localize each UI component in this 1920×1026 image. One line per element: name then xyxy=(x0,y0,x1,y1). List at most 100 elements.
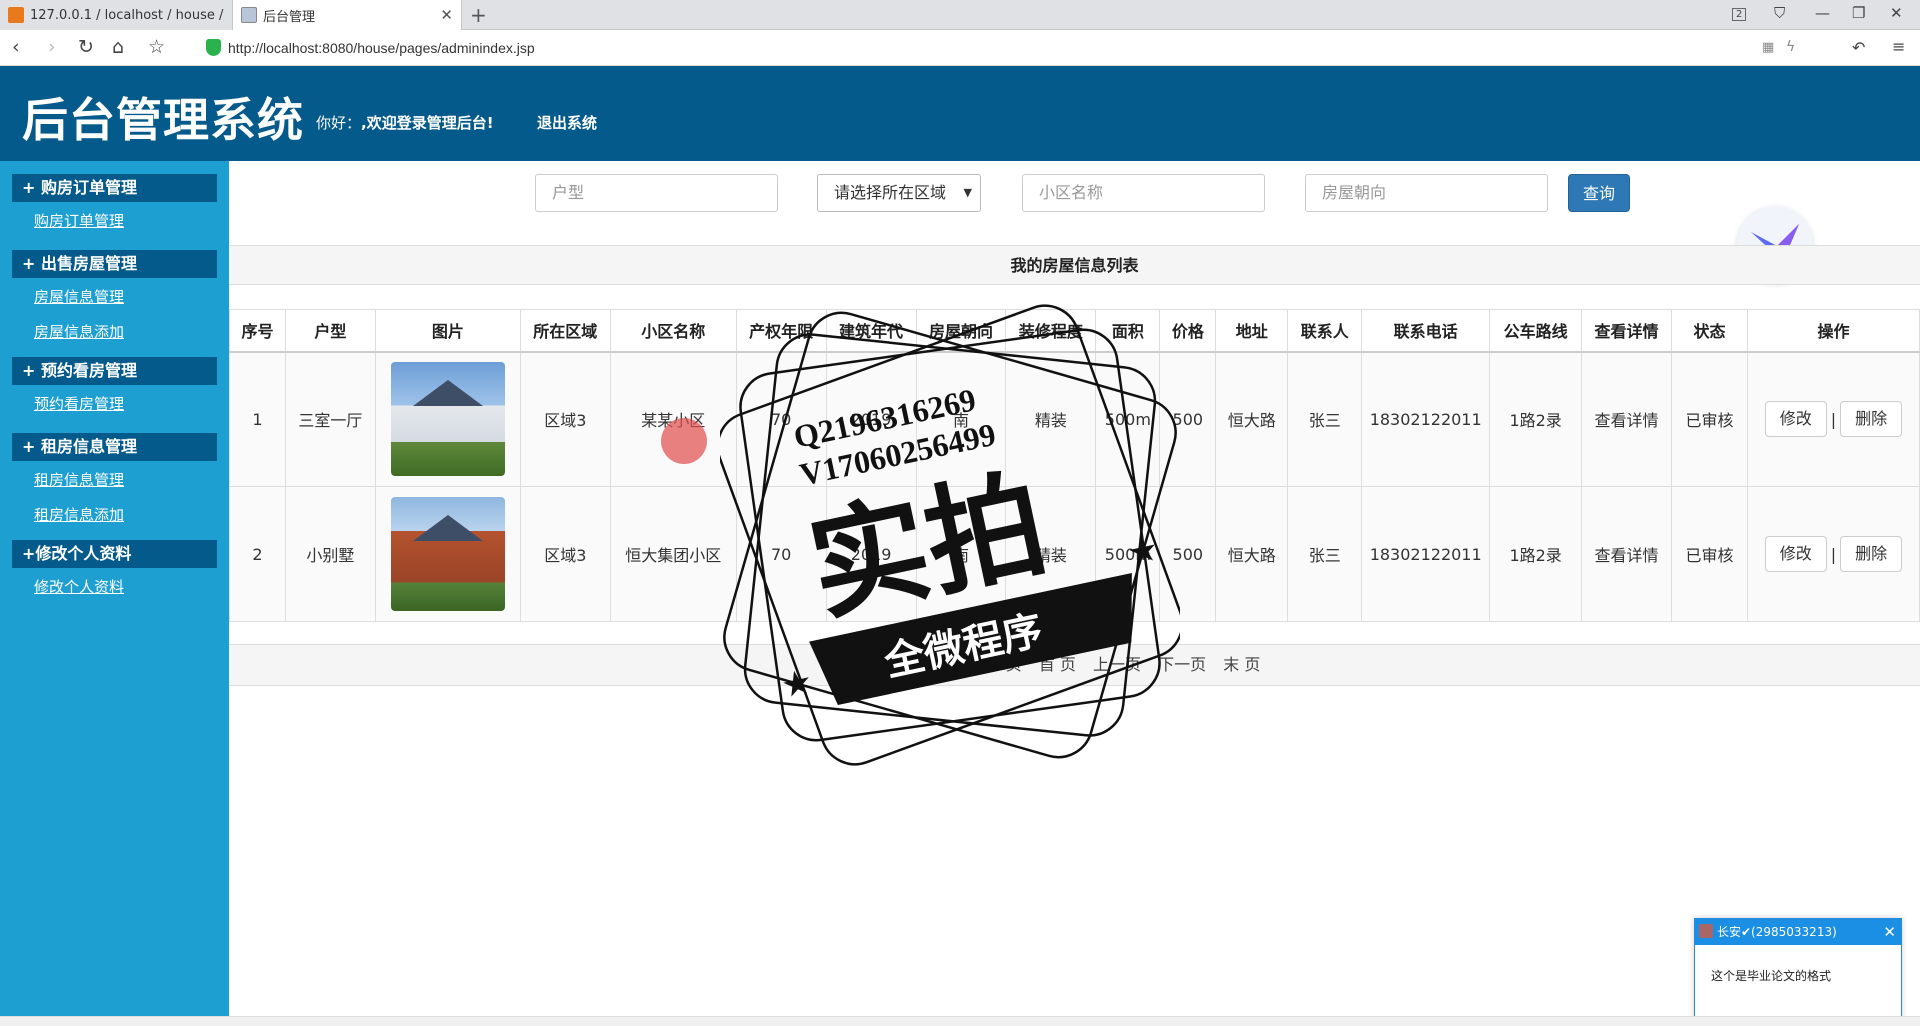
new-tab-icon[interactable]: + xyxy=(470,3,487,27)
col-header: 建筑年代 xyxy=(825,309,917,353)
lightning-icon[interactable]: ϟ xyxy=(1786,39,1795,55)
chat-sender: 长安✔(2985033213) xyxy=(1717,925,1837,939)
cell-contact: 张三 xyxy=(1287,486,1363,622)
forward-icon[interactable]: › xyxy=(48,36,56,58)
page-info: 1/1页 xyxy=(979,655,1022,674)
col-header: 序号 xyxy=(229,309,286,353)
close-window-icon[interactable]: ✕ xyxy=(1890,4,1903,22)
cell-community: 恒大集团小区 xyxy=(609,486,737,622)
col-header: 查看详情 xyxy=(1581,309,1673,353)
close-tab-icon[interactable]: ✕ xyxy=(440,6,453,24)
view-detail-link[interactable]: 查看详情 xyxy=(1581,486,1673,622)
chat-message: 这个是毕业论文的格式 xyxy=(1711,969,1832,983)
cell-actions: 修改 | 删除 xyxy=(1746,351,1920,487)
undo-icon[interactable]: ↶ xyxy=(1852,38,1865,57)
sidebar-link-order-manage[interactable]: 购房订单管理 xyxy=(34,210,229,232)
cell-type: 三室一厅 xyxy=(284,351,376,487)
next-page-link[interactable]: 下一页 xyxy=(1158,655,1206,674)
sidebar-section-viewing[interactable]: + 预约看房管理 xyxy=(12,357,217,385)
browser-tab-phpmyadmin[interactable]: 127.0.0.1 / localhost / house / xyxy=(0,0,232,30)
cell-bus: 1路2录 xyxy=(1489,486,1583,622)
minimize-icon[interactable]: — xyxy=(1815,4,1830,22)
col-header: 所在区域 xyxy=(519,309,611,353)
cell-phone: 18302122011 xyxy=(1361,351,1491,487)
tab-count-badge[interactable]: 2 xyxy=(1732,8,1747,21)
prev-page-link[interactable]: 上一页 xyxy=(1093,655,1141,674)
qr-icon[interactable]: ▦ xyxy=(1762,40,1774,55)
region-select-value: 请选择所在区域 xyxy=(834,183,947,202)
shirt-icon[interactable]: ⛉ xyxy=(1774,4,1785,22)
col-header: 产权年限 xyxy=(735,309,827,353)
phpmyadmin-favicon-icon xyxy=(8,7,24,23)
house-photo xyxy=(390,362,505,477)
sidebar-link-house-add[interactable]: 房屋信息添加 xyxy=(34,321,229,343)
sidebar-section-rental[interactable]: + 租房信息管理 xyxy=(12,433,217,461)
view-detail-link[interactable]: 查看详情 xyxy=(1581,351,1673,487)
url-input[interactable]: http://localhost:8080/house/pages/admini… xyxy=(228,40,535,56)
address-bar: ‹ › ↻ ⌂ ☆ http://localhost:8080/house/pa… xyxy=(0,30,1920,66)
cell-image xyxy=(374,486,521,622)
cell-no: 2 xyxy=(229,486,286,622)
col-header: 联系电话 xyxy=(1361,309,1491,353)
sidebar-link-rental-add[interactable]: 租房信息添加 xyxy=(34,504,229,526)
cell-community: 某某小区 xyxy=(609,351,737,487)
last-page-link[interactable]: 末 页 xyxy=(1223,655,1260,674)
region-select[interactable]: 请选择所在区域 ▼ xyxy=(817,174,981,212)
cell-orientation: 南 xyxy=(915,351,1007,487)
col-header: 操作 xyxy=(1746,309,1920,353)
chat-popup[interactable]: 长安✔(2985033213) ✕ 这个是毕业论文的格式 xyxy=(1694,918,1902,1026)
greeting-prefix: 你好： xyxy=(316,114,362,132)
chat-header: 长安✔(2985033213) ✕ xyxy=(1695,919,1901,945)
delete-button[interactable]: 删除 xyxy=(1840,536,1903,572)
cell-decoration: 精装 xyxy=(1005,351,1097,487)
community-input[interactable]: 小区名称 xyxy=(1022,174,1265,212)
action-separator: | xyxy=(1830,544,1837,564)
sidebar-link-house-manage[interactable]: 房屋信息管理 xyxy=(34,286,229,308)
restore-icon[interactable]: ❐ xyxy=(1852,4,1865,22)
greeting-text: ,欢迎登录管理后台! xyxy=(361,114,494,132)
col-header: 图片 xyxy=(374,309,521,353)
col-header: 户型 xyxy=(284,309,376,353)
cell-image xyxy=(374,351,521,487)
house-table: 序号 户型 图片 所在区域 小区名称 产权年限 建筑年代 房屋朝向 装修程度 面… xyxy=(229,309,1920,622)
cell-area: 500m xyxy=(1095,486,1161,622)
sidebar-link-viewing-manage[interactable]: 预约看房管理 xyxy=(34,393,229,415)
avatar xyxy=(1699,924,1713,938)
sidebar-section-profile[interactable]: +修改个人资料 xyxy=(12,540,217,568)
cell-type: 小别墅 xyxy=(284,486,376,622)
bookmark-star-icon[interactable]: ☆ xyxy=(148,36,165,58)
edit-button[interactable]: 修改 xyxy=(1764,536,1827,572)
logout-link[interactable]: 退出系统 xyxy=(537,112,597,133)
first-page-link[interactable]: 首 页 xyxy=(1039,655,1076,674)
table-header-row: 序号 户型 图片 所在区域 小区名称 产权年限 建筑年代 房屋朝向 装修程度 面… xyxy=(229,309,1920,353)
reload-icon[interactable]: ↻ xyxy=(78,36,94,58)
delete-button[interactable]: 删除 xyxy=(1840,401,1903,438)
menu-icon[interactable]: ≡ xyxy=(1892,37,1905,56)
close-icon[interactable]: ✕ xyxy=(1883,919,1896,945)
home-icon[interactable]: ⌂ xyxy=(112,36,124,58)
edit-button[interactable]: 修改 xyxy=(1764,401,1827,438)
cell-region: 区域3 xyxy=(519,486,611,622)
table-row: 1 三室一厅 区域3 某某小区 70 2019 南 精装 500m 500 恒大… xyxy=(229,351,1920,487)
cell-price: 500 xyxy=(1159,351,1217,487)
sidebar-link-profile-edit[interactable]: 修改个人资料 xyxy=(34,576,229,598)
query-button[interactable]: 查询 xyxy=(1568,174,1630,212)
back-icon[interactable]: ‹ xyxy=(12,36,20,58)
cell-built: 2019 xyxy=(825,351,917,487)
pagination: 共2条记录 1/1页 首 页 上一页 下一页 末 页 xyxy=(229,644,1920,686)
house-type-input[interactable]: 户型 xyxy=(535,174,778,212)
sidebar-link-rental-manage[interactable]: 租房信息管理 xyxy=(34,469,229,491)
cell-contact: 张三 xyxy=(1287,351,1363,487)
cell-orientation: 南 xyxy=(915,486,1007,622)
cell-built: 2019 xyxy=(825,486,917,622)
cell-phone: 18302122011 xyxy=(1361,486,1491,622)
cell-status: 已审核 xyxy=(1671,486,1748,622)
cell-price: 500 xyxy=(1159,486,1217,622)
cell-address: 恒大路 xyxy=(1215,486,1289,622)
orientation-input[interactable]: 房屋朝向 xyxy=(1305,174,1548,212)
sidebar-section-orders[interactable]: + 购房订单管理 xyxy=(12,174,217,202)
sidebar-section-sale-houses[interactable]: + 出售房屋管理 xyxy=(12,250,217,278)
cell-address: 恒大路 xyxy=(1215,351,1289,487)
app-header: 后台管理系统 你好：,欢迎登录管理后台! 退出系统 xyxy=(0,66,1920,161)
browser-tab-admin[interactable]: 后台管理 ✕ xyxy=(232,0,462,30)
